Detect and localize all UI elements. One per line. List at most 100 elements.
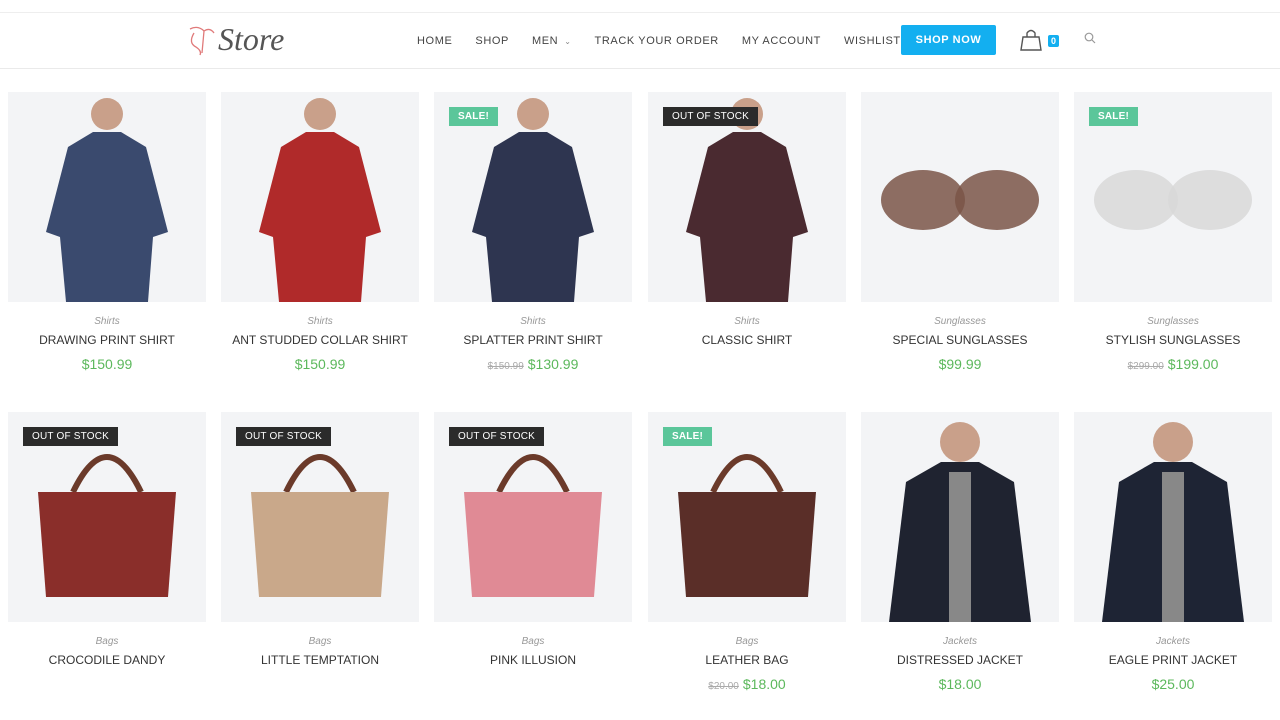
product-card[interactable]: Jackets EAGLE PRINT JACKET $25.00 — [1074, 412, 1272, 692]
product-card[interactable]: SALE! Shirts SPLATTER PRINT SHIRT $150.99… — [434, 92, 632, 372]
nav-shop[interactable]: SHOP — [475, 35, 509, 47]
nav-label: SHOP — [475, 35, 509, 47]
nav-track-order[interactable]: TRACK YOUR ORDER — [595, 35, 719, 47]
product-image[interactable]: SALE! — [1074, 92, 1272, 302]
current-price: $130.99 — [527, 356, 579, 372]
nav-label: TRACK YOUR ORDER — [594, 35, 719, 47]
cart-count-badge: 0 — [1048, 35, 1060, 47]
product-category[interactable]: Sunglasses — [1074, 316, 1272, 327]
current-price: $18.00 — [938, 676, 982, 692]
product-category[interactable]: Shirts — [434, 316, 632, 327]
product-image[interactable]: SALE! — [434, 92, 632, 302]
product-card[interactable]: OUT OF STOCK Bags CROCODILE DANDY — [8, 412, 206, 667]
product-card[interactable]: Jackets DISTRESSED JACKET $18.00 — [861, 412, 1059, 692]
product-name[interactable]: STYLISH SUNGLASSES — [1074, 333, 1272, 347]
glasses-image — [881, 170, 1039, 230]
nav-my-account[interactable]: MY ACCOUNT — [742, 35, 821, 47]
product-price: $25.00 — [1074, 676, 1272, 692]
product-card[interactable]: Shirts DRAWING PRINT SHIRT $150.99 — [8, 92, 206, 372]
product-name[interactable]: PINK ILLUSION — [434, 653, 632, 667]
product-category[interactable]: Sunglasses — [861, 316, 1059, 327]
nav-label: WISHLIST — [844, 35, 901, 47]
product-image[interactable]: OUT OF STOCK — [434, 412, 632, 622]
product-image[interactable] — [1074, 412, 1272, 622]
chevron-down-icon: ⌄ — [564, 36, 572, 46]
nav-wishlist[interactable]: WISHLIST — [844, 35, 901, 47]
product-name[interactable]: SPECIAL SUNGLASSES — [861, 333, 1059, 347]
current-price: $99.99 — [938, 356, 982, 372]
product-category[interactable]: Shirts — [8, 316, 206, 327]
sale-badge: SALE! — [663, 427, 712, 446]
product-category[interactable]: Jackets — [861, 636, 1059, 647]
shirt-image — [259, 98, 381, 302]
product-category[interactable]: Bags — [434, 636, 632, 647]
product-price: $18.00 — [861, 676, 1059, 692]
product-image[interactable]: SALE! — [648, 412, 846, 622]
product-category[interactable]: Bags — [221, 636, 419, 647]
product-image[interactable] — [861, 412, 1059, 622]
product-name[interactable]: ANT STUDDED COLLAR SHIRT — [221, 333, 419, 347]
current-price: $18.00 — [742, 676, 786, 692]
product-card[interactable]: OUT OF STOCK Bags PINK ILLUSION — [434, 412, 632, 667]
product-name[interactable]: SPLATTER PRINT SHIRT — [434, 333, 632, 347]
sale-badge: SALE! — [1089, 107, 1138, 126]
product-card[interactable]: SALE! Bags LEATHER BAG $20.00 $18.00 — [648, 412, 846, 692]
product-category[interactable]: Shirts — [221, 316, 419, 327]
site-logo[interactable]: Store — [184, 21, 284, 57]
old-price: $20.00 — [708, 681, 739, 692]
product-name[interactable]: DISTRESSED JACKET — [861, 653, 1059, 667]
logo-text: Store — [218, 21, 285, 57]
product-name[interactable]: CLASSIC SHIRT — [648, 333, 846, 347]
old-price: $299.00 — [1127, 361, 1164, 372]
product-price: $150.99 $130.99 — [434, 356, 632, 372]
product-category[interactable]: Bags — [648, 636, 846, 647]
shirt-image — [46, 98, 168, 302]
sale-badge: SALE! — [449, 107, 498, 126]
search-icon[interactable] — [1084, 32, 1096, 44]
product-image[interactable] — [8, 92, 206, 302]
shopping-bag-icon[interactable] — [1019, 28, 1043, 52]
product-name[interactable]: DRAWING PRINT SHIRT — [8, 333, 206, 347]
product-category[interactable]: Shirts — [648, 316, 846, 327]
product-image[interactable]: OUT OF STOCK — [8, 412, 206, 622]
product-image[interactable] — [861, 92, 1059, 302]
product-name[interactable]: CROCODILE DANDY — [8, 653, 206, 667]
main-nav: HOME SHOP MEN ⌄ TRACK YOUR ORDER MY ACCOU… — [417, 13, 924, 69]
out-of-stock-badge: OUT OF STOCK — [23, 427, 119, 446]
out-of-stock-badge: OUT OF STOCK — [663, 107, 759, 126]
product-card[interactable]: OUT OF STOCK Shirts CLASSIC SHIRT — [648, 92, 846, 347]
nav-home[interactable]: HOME — [417, 35, 452, 47]
product-price: $299.00 $199.00 — [1074, 356, 1272, 372]
product-name[interactable]: LEATHER BAG — [648, 653, 846, 667]
old-price: $150.99 — [487, 361, 524, 372]
nav-men[interactable]: MEN ⌄ — [532, 35, 572, 47]
product-image[interactable] — [221, 92, 419, 302]
product-card[interactable]: SALE! Sunglasses STYLISH SUNGLASSES $299.… — [1074, 92, 1272, 372]
product-category[interactable]: Jackets — [1074, 636, 1272, 647]
product-image[interactable]: OUT OF STOCK — [221, 412, 419, 622]
product-name[interactable]: LITTLE TEMPTATION — [221, 653, 419, 667]
current-price: $150.99 — [81, 356, 133, 372]
current-price: $199.00 — [1167, 356, 1219, 372]
jacket-image — [1102, 422, 1244, 622]
product-card[interactable]: OUT OF STOCK Bags LITTLE TEMPTATION — [221, 412, 419, 667]
product-card[interactable]: Shirts ANT STUDDED COLLAR SHIRT $150.99 — [221, 92, 419, 372]
nav-label: MEN — [531, 35, 559, 47]
product-category[interactable]: Bags — [8, 636, 206, 647]
current-price: $150.99 — [294, 356, 346, 372]
site-header: Store HOME SHOP MEN ⌄ TRACK YOUR ORDER MY… — [0, 13, 1280, 69]
nav-label: HOME — [417, 35, 453, 47]
product-price: $150.99 — [8, 356, 206, 372]
current-price: $25.00 — [1151, 676, 1195, 692]
product-name[interactable]: EAGLE PRINT JACKET — [1074, 653, 1272, 667]
product-image[interactable]: OUT OF STOCK — [648, 92, 846, 302]
shop-now-button[interactable]: SHOP NOW — [901, 25, 996, 55]
logo-icon — [189, 26, 215, 56]
product-price: $99.99 — [861, 356, 1059, 372]
product-price: $150.99 — [221, 356, 419, 372]
jacket-image — [889, 422, 1031, 622]
product-price: $20.00 $18.00 — [648, 676, 846, 692]
product-card[interactable]: Sunglasses SPECIAL SUNGLASSES $99.99 — [861, 92, 1059, 372]
out-of-stock-badge: OUT OF STOCK — [449, 427, 545, 446]
out-of-stock-badge: OUT OF STOCK — [236, 427, 332, 446]
